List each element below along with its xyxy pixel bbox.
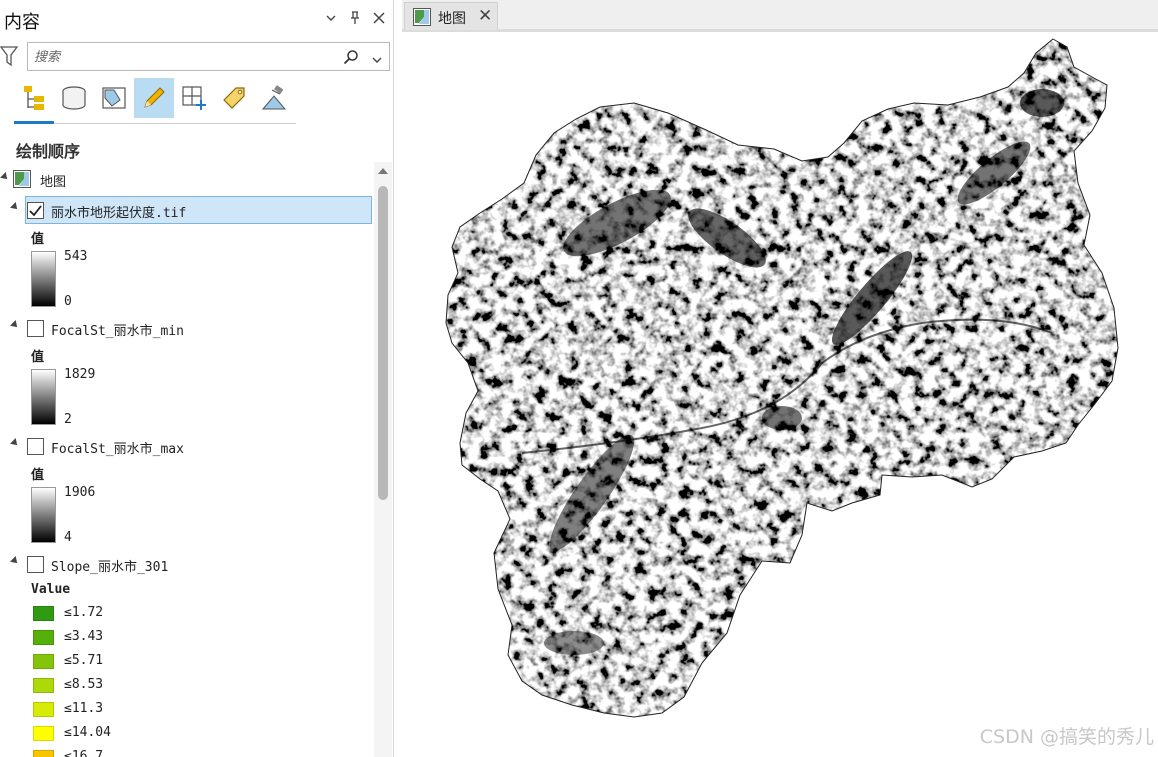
legend-class-swatch[interactable] xyxy=(33,702,54,717)
list-by-drawing-order-icon[interactable] xyxy=(14,78,54,118)
legend-low-value: 4 xyxy=(64,530,72,545)
contents-pane: 内容 搜索 绘制顺序 地图 丽水市地形起伏度.tif 值 543 0 Focal… xyxy=(0,0,394,757)
arcgis-pro-window: 内容 搜索 绘制顺序 地图 丽水市地形起伏度.tif 值 543 0 Focal… xyxy=(0,0,1158,757)
expand-triangle-icon[interactable] xyxy=(10,202,20,212)
legend-class-swatch[interactable] xyxy=(33,630,54,645)
search-dropdown-chevron-icon[interactable] xyxy=(371,51,383,63)
scroll-up-arrow-icon[interactable] xyxy=(378,168,388,174)
legend-class-label: ≤16.7 xyxy=(64,749,104,757)
stretch-gradient-swatch xyxy=(31,487,56,543)
list-by-snapping-icon[interactable] xyxy=(174,78,214,118)
layer-name[interactable]: 丽水市地形起伏度.tif xyxy=(51,202,186,221)
legend-class-label: ≤14.04 xyxy=(64,725,111,740)
pane-controls xyxy=(324,10,386,26)
stretch-gradient-swatch xyxy=(31,251,56,307)
drawing-order-heading: 绘制顺序 xyxy=(16,142,81,161)
legend-title: Value xyxy=(31,582,71,597)
close-icon[interactable] xyxy=(372,10,386,26)
active-tool-underline xyxy=(14,121,54,124)
legend-title: 值 xyxy=(31,468,45,483)
view-tab-bar: 地图 ✕ xyxy=(402,0,1158,32)
contents-toolbar xyxy=(14,78,296,124)
expand-triangle-icon[interactable] xyxy=(0,172,10,182)
pane-header: 内容 xyxy=(0,0,394,40)
list-by-editing-icon[interactable] xyxy=(134,78,174,118)
map-node-label[interactable]: 地图 xyxy=(40,171,66,190)
filter-row xyxy=(0,42,394,72)
layer-name[interactable]: FocalSt_丽水市_min xyxy=(51,320,184,339)
pin-icon[interactable] xyxy=(348,10,362,26)
legend-title: 值 xyxy=(31,350,45,365)
layer-name[interactable]: Slope_丽水市_301 xyxy=(51,556,168,575)
expand-triangle-icon[interactable] xyxy=(10,438,20,448)
legend-low-value: 0 xyxy=(64,294,72,309)
scrollbar-thumb[interactable] xyxy=(378,186,388,500)
search-input[interactable] xyxy=(34,47,334,67)
list-by-selection-icon[interactable] xyxy=(94,78,134,118)
tab-close-icon[interactable]: ✕ xyxy=(478,6,492,26)
layer-visibility-checkbox[interactable] xyxy=(27,320,44,337)
list-by-source-icon[interactable] xyxy=(54,78,94,118)
legend-class-swatch[interactable] xyxy=(33,750,54,757)
legend-high-value: 1906 xyxy=(64,485,96,500)
tree-scrollbar[interactable] xyxy=(374,162,392,757)
expand-triangle-icon[interactable] xyxy=(10,320,20,330)
legend-class-swatch[interactable] xyxy=(33,726,54,741)
map-tab-icon xyxy=(413,8,431,26)
search-icon[interactable] xyxy=(343,49,359,65)
terrain-raster xyxy=(445,38,1119,718)
list-by-labeling-icon[interactable] xyxy=(214,78,254,118)
legend-high-value: 543 xyxy=(64,249,88,264)
legend-class-label: ≤5.71 xyxy=(64,653,104,668)
layer-tree: 地图 丽水市地形起伏度.tif 值 543 0 FocalSt_丽水市_min … xyxy=(0,162,374,757)
legend-high-value: 1829 xyxy=(64,367,96,382)
legend-class-label: ≤8.53 xyxy=(64,677,104,692)
legend-low-value: 2 xyxy=(64,412,72,427)
layer-visibility-checkbox[interactable] xyxy=(27,556,44,573)
search-box[interactable] xyxy=(27,42,390,71)
layer-visibility-checkbox[interactable] xyxy=(27,438,44,455)
pane-title: 内容 xyxy=(4,12,40,33)
layer-name[interactable]: FocalSt_丽水市_max xyxy=(51,438,184,457)
legend-class-label: ≤3.43 xyxy=(64,629,104,644)
legend-title: 值 xyxy=(31,232,45,247)
list-by-perspective-imagery-icon[interactable] xyxy=(254,78,294,118)
map-tab-label: 地图 xyxy=(438,11,466,27)
legend-class-swatch[interactable] xyxy=(33,606,54,621)
legend-class-label: ≤11.3 xyxy=(64,701,104,716)
legend-class-swatch[interactable] xyxy=(33,678,54,693)
pane-options-chevron-icon[interactable] xyxy=(324,10,338,26)
legend-class-label: ≤1.72 xyxy=(64,605,104,620)
map-node-icon xyxy=(13,170,31,188)
layer-visibility-checkbox[interactable] xyxy=(27,202,44,219)
tab-map[interactable]: 地图 ✕ xyxy=(404,2,498,30)
stretch-gradient-swatch xyxy=(31,369,56,425)
watermark: CSDN @搞笑的秀儿 xyxy=(979,726,1154,748)
legend-class-swatch[interactable] xyxy=(33,654,54,669)
expand-triangle-icon[interactable] xyxy=(10,556,20,566)
filter-icon[interactable] xyxy=(0,45,20,69)
map-canvas[interactable]: CSDN @搞笑的秀儿 xyxy=(402,33,1158,757)
